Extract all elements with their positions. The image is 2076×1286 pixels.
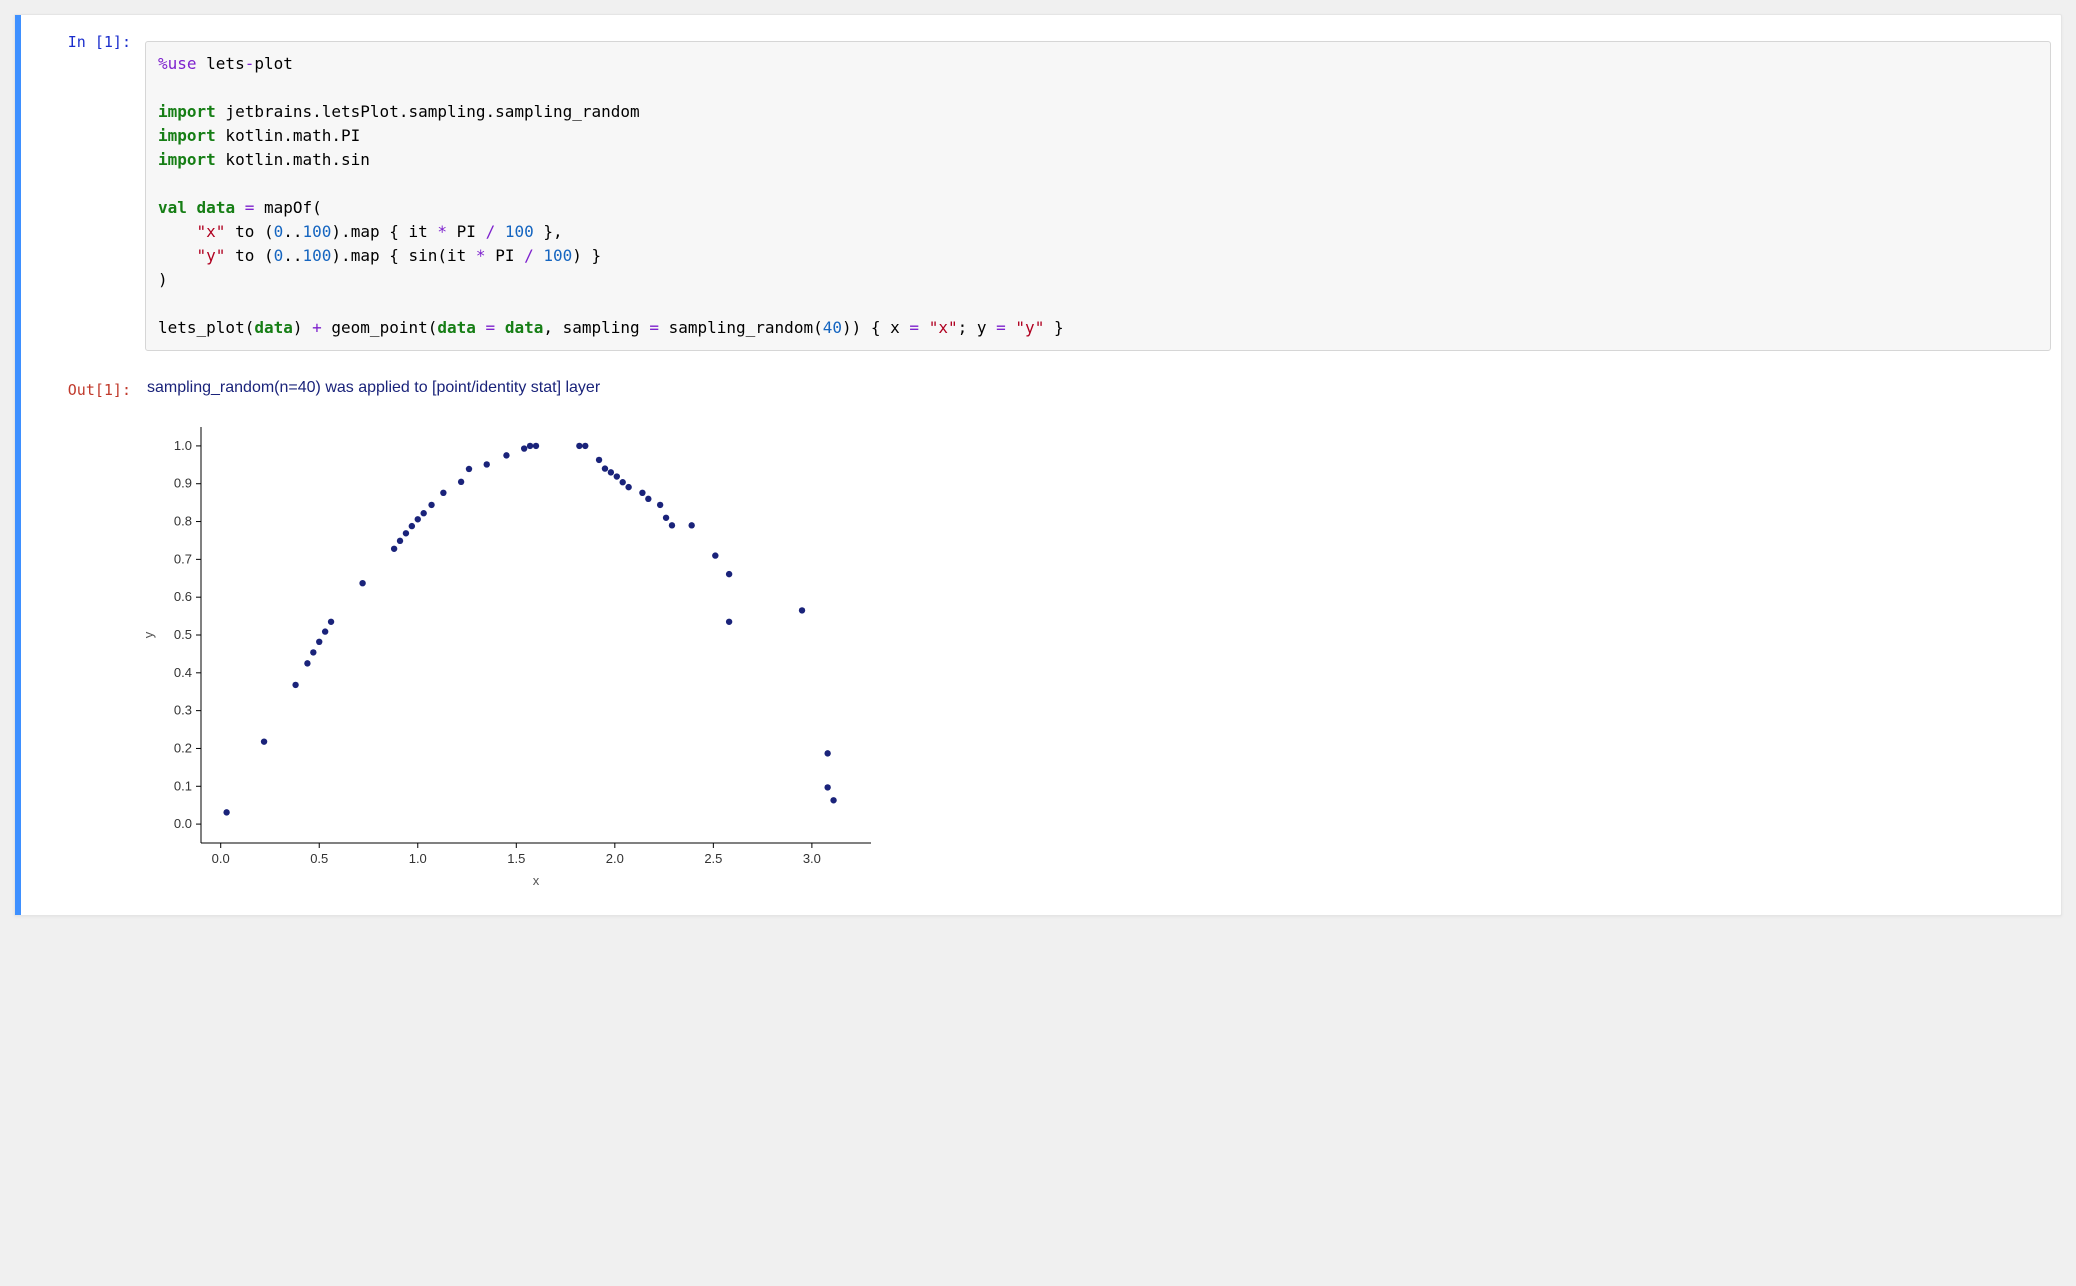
data-point [391,546,397,552]
data-point [608,469,614,475]
data-point [602,465,608,471]
svg-text:1.0: 1.0 [409,851,427,866]
svg-text:0.5: 0.5 [174,627,192,642]
data-point [292,682,298,688]
data-point [415,516,421,522]
svg-text:2.5: 2.5 [704,851,722,866]
data-point [440,490,446,496]
data-point [726,619,732,625]
svg-text:0.0: 0.0 [174,816,192,831]
data-point [316,639,322,645]
data-point [521,445,527,451]
input-row: In [1]: %use lets-plot import jetbrains.… [31,25,2051,367]
svg-text:0.2: 0.2 [174,740,192,755]
data-point [830,797,836,803]
data-point [223,809,229,815]
output-prompt: Out[1]: [31,373,145,399]
data-point [712,552,718,558]
output-text: sampling_random(n=40) was applied to [po… [145,373,2051,397]
data-point [397,538,403,544]
data-point [322,628,328,634]
data-point [261,738,267,744]
data-point [458,479,464,485]
svg-text:2.0: 2.0 [606,851,624,866]
data-point [620,479,626,485]
data-point [726,571,732,577]
svg-text:0.8: 0.8 [174,514,192,529]
output-row: Out[1]: sampling_random(n=40) was applie… [31,373,2051,399]
data-point [484,461,490,467]
data-point [503,452,509,458]
data-point [576,443,582,449]
data-point [420,510,426,516]
svg-text:3.0: 3.0 [803,851,821,866]
scatter-chart: 0.0 0.1 0.2 0.3 0.4 0.5 0.6 0.7 0.8 0.9 1.0 0.0 0.5 1… [131,415,891,895]
svg-text:0.9: 0.9 [174,476,192,491]
input-prompt: In [1]: [31,25,145,51]
code-editor[interactable]: %use lets-plot import jetbrains.letsPlot… [145,41,2051,351]
plot-output: 0.0 0.1 0.2 0.3 0.4 0.5 0.6 0.7 0.8 0.9 1.0 0.0 0.5 1… [31,405,2051,895]
data-point [310,649,316,655]
data-point [527,443,533,449]
data-point [824,750,830,756]
svg-text:0.6: 0.6 [174,589,192,604]
data-point [824,784,830,790]
data-point [688,522,694,528]
data-point [533,443,539,449]
svg-text:0.5: 0.5 [310,851,328,866]
data-point [304,660,310,666]
data-point [409,523,415,529]
notebook-page: In [1]: %use lets-plot import jetbrains.… [14,14,2062,916]
svg-text:0.4: 0.4 [174,665,192,680]
data-point [466,466,472,472]
data-point [663,515,669,521]
data-point [657,502,663,508]
data-point [645,496,651,502]
data-point [582,443,588,449]
svg-text:0.3: 0.3 [174,703,192,718]
y-axis-label: y [141,631,156,638]
data-point [596,457,602,463]
data-point [625,484,631,490]
x-axis-label: x [533,873,540,888]
cell-body: In [1]: %use lets-plot import jetbrains.… [21,15,2061,915]
data-point [359,580,365,586]
data-point [639,490,645,496]
data-point [403,530,409,536]
notebook-cell: In [1]: %use lets-plot import jetbrains.… [15,15,2061,915]
data-point [669,522,675,528]
data-point [428,502,434,508]
svg-text:0.1: 0.1 [174,778,192,793]
svg-text:1.5: 1.5 [507,851,525,866]
svg-text:0.7: 0.7 [174,551,192,566]
svg-text:1.0: 1.0 [174,438,192,453]
data-point [328,619,334,625]
data-point [799,607,805,613]
svg-text:0.0: 0.0 [212,851,230,866]
data-point [614,473,620,479]
